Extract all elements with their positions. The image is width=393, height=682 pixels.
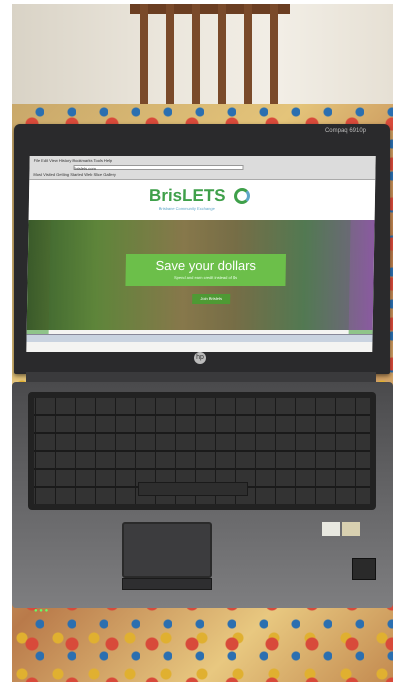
laptop-screen: File Edit View History Bookmarks Tools H… — [26, 156, 376, 352]
sticker — [322, 522, 340, 536]
laptop-base — [12, 382, 393, 608]
logo-icon — [233, 188, 251, 204]
wall — [12, 4, 393, 114]
hero-subtitle: Spend and earn credit instead of $s — [173, 275, 238, 280]
hero-banner: Save your dollars Spend and earn credit … — [125, 254, 286, 286]
hero-title: Save your dollars — [155, 258, 257, 273]
site-subtitle: Brisbane Community Exchange — [158, 206, 215, 211]
photo: Compaq 6910p File Edit View History Book… — [12, 4, 393, 682]
chair-slat — [218, 4, 226, 112]
chair-slat — [140, 4, 148, 112]
chair-slat — [192, 4, 200, 112]
touchpad-buttons — [122, 578, 212, 590]
status-leds: ● ● ● — [34, 608, 49, 614]
address-bar: brislets.com — [73, 165, 244, 171]
site-title: BrisLETS — [148, 186, 226, 205]
address-bar-row: brislets.com — [33, 165, 371, 172]
browser-menu: File Edit View History Bookmarks Tools H… — [33, 158, 113, 163]
keyboard — [28, 392, 376, 510]
bookmarks-bar: Most Visited Getting Started Web Slice G… — [33, 172, 116, 177]
sticker — [342, 522, 360, 536]
fingerprint-reader — [352, 558, 376, 580]
hero-image: Save your dollars Spend and earn credit … — [26, 220, 375, 330]
laptop-lid: Compaq 6910p File Edit View History Book… — [14, 124, 390, 374]
browser-toolbar: File Edit View History Bookmarks Tools H… — [29, 156, 376, 180]
chair-slat — [166, 4, 174, 112]
chair-slat — [270, 4, 278, 112]
chair-rail — [130, 4, 290, 14]
taskbar — [26, 334, 373, 342]
model-label: Compaq 6910p — [324, 128, 366, 134]
chair-slat — [244, 4, 252, 112]
spacebar — [138, 482, 248, 496]
join-button: Join Brislets — [192, 294, 231, 304]
touchpad — [122, 522, 212, 578]
hp-logo: hp — [194, 352, 206, 364]
site-header: BrisLETS Brisbane Community Exchange — [28, 180, 376, 220]
